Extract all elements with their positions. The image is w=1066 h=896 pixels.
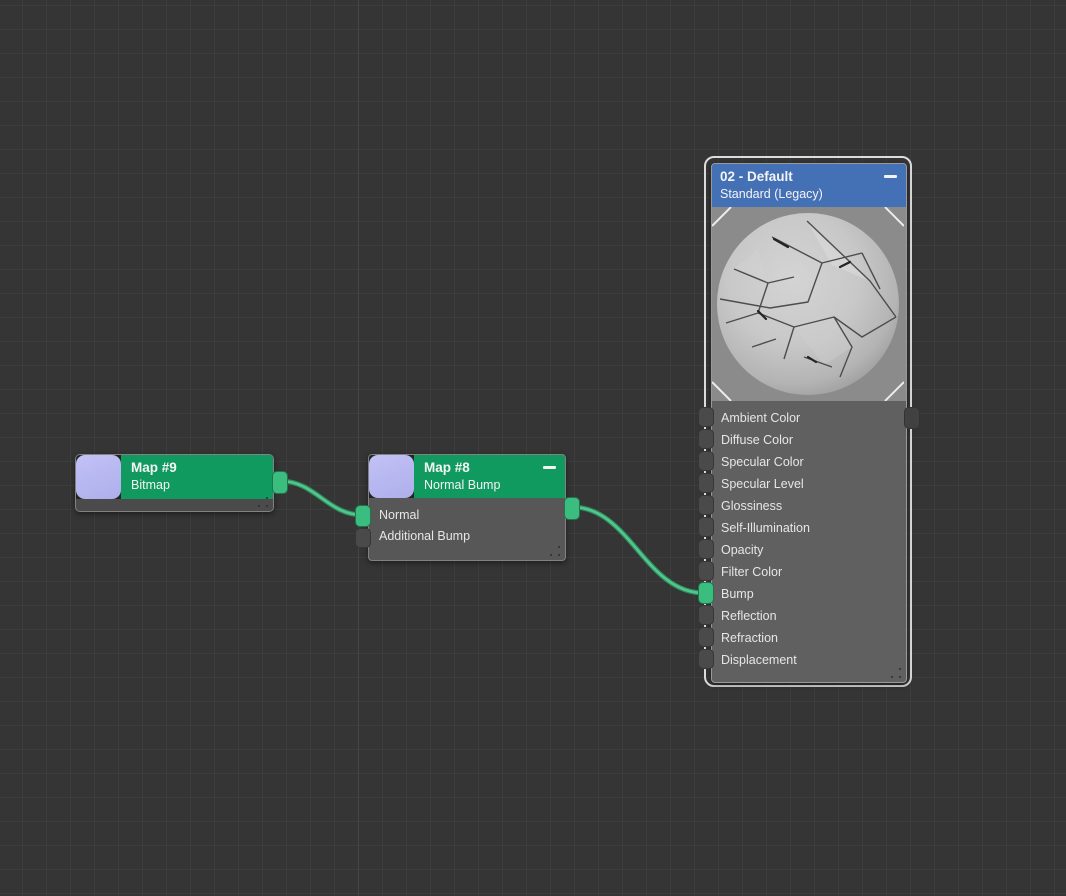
map9-title: Map #9	[131, 459, 177, 477]
node-map9-header[interactable]: Map #9 Bitmap	[76, 455, 273, 499]
material-preview-sphere	[712, 207, 904, 401]
material-input-socket-self-illumination[interactable]	[698, 517, 714, 537]
map8-input-additional-bump-label: Additional Bump	[379, 529, 470, 543]
map9-subtitle: Bitmap	[131, 477, 177, 493]
material-input-bump-label: Bump	[721, 587, 754, 601]
map9-output-socket[interactable]	[272, 471, 288, 494]
map8-normalbump-preview[interactable]	[369, 455, 414, 498]
node-map9[interactable]: Map #9 Bitmap	[75, 454, 274, 512]
resize-grip-icon[interactable]	[891, 668, 901, 678]
material-input-socket-filter-color[interactable]	[698, 561, 714, 581]
material-input-socket-specular-color[interactable]	[698, 451, 714, 471]
material-input-self-illumination-label: Self-Illumination	[721, 521, 810, 535]
map9-thumbnail-frame	[76, 455, 121, 499]
map8-input-socket-additional-bump[interactable]	[355, 528, 371, 548]
map9-bitmap-preview[interactable]	[76, 455, 121, 499]
material-input-socket-reflection[interactable]	[698, 605, 714, 625]
node-map8-header[interactable]: Map #8 Normal Bump	[369, 455, 565, 498]
material-input-refraction-label: Refraction	[721, 631, 778, 645]
wire-map9-to-map8[interactable]	[280, 481, 363, 515]
grid-major-line	[358, 0, 359, 896]
node-material-02-default[interactable]: 02 - Default Standard (Legacy)	[711, 163, 907, 683]
material-title: 02 - Default	[720, 168, 823, 186]
material-input-specular-level-label: Specular Level	[721, 477, 804, 491]
material-input-glossiness-label: Glossiness	[721, 499, 782, 513]
material-input-socket-displacement[interactable]	[698, 649, 714, 669]
material-input-socket-refraction[interactable]	[698, 627, 714, 647]
minus-icon[interactable]	[543, 466, 556, 469]
material-input-socket-diffuse-color[interactable]	[698, 429, 714, 449]
material-input-socket-glossiness[interactable]	[698, 495, 714, 515]
material-output-socket[interactable]	[904, 407, 920, 429]
material-input-socket-specular-level[interactable]	[698, 473, 714, 493]
minus-icon[interactable]	[884, 175, 897, 178]
resize-grip-icon[interactable]	[258, 497, 268, 507]
map8-thumbnail-frame	[369, 455, 414, 498]
map8-title: Map #8	[424, 459, 500, 477]
material-preview[interactable]	[712, 207, 906, 401]
material-input-socket-ambient-color[interactable]	[698, 407, 714, 427]
resize-grip-icon[interactable]	[550, 546, 560, 556]
material-input-opacity-label: Opacity	[721, 543, 763, 557]
wire-map8-to-material-bump[interactable]	[572, 507, 704, 593]
material-input-reflection-label: Reflection	[721, 609, 777, 623]
material-input-ambient-color-label: Ambient Color	[721, 411, 800, 425]
map8-input-normal-label: Normal	[379, 508, 419, 522]
node-map8[interactable]: Map #8 Normal Bump Normal Additional Bum…	[368, 454, 566, 561]
map8-input-socket-normal[interactable]	[355, 505, 371, 527]
material-input-socket-bump[interactable]	[698, 582, 714, 604]
map8-subtitle: Normal Bump	[424, 477, 500, 493]
material-subtitle: Standard (Legacy)	[720, 186, 823, 202]
material-input-displacement-label: Displacement	[721, 653, 797, 667]
node-editor-canvas[interactable]: Map #9 Bitmap Map #8 Normal Bump Normal …	[0, 0, 1066, 896]
material-input-specular-color-label: Specular Color	[721, 455, 804, 469]
material-input-diffuse-color-label: Diffuse Color	[721, 433, 793, 447]
map9-footer	[76, 499, 273, 511]
material-input-socket-opacity[interactable]	[698, 539, 714, 559]
material-input-filter-color-label: Filter Color	[721, 565, 782, 579]
map8-output-socket[interactable]	[564, 497, 580, 520]
material-header[interactable]: 02 - Default Standard (Legacy)	[712, 164, 906, 207]
